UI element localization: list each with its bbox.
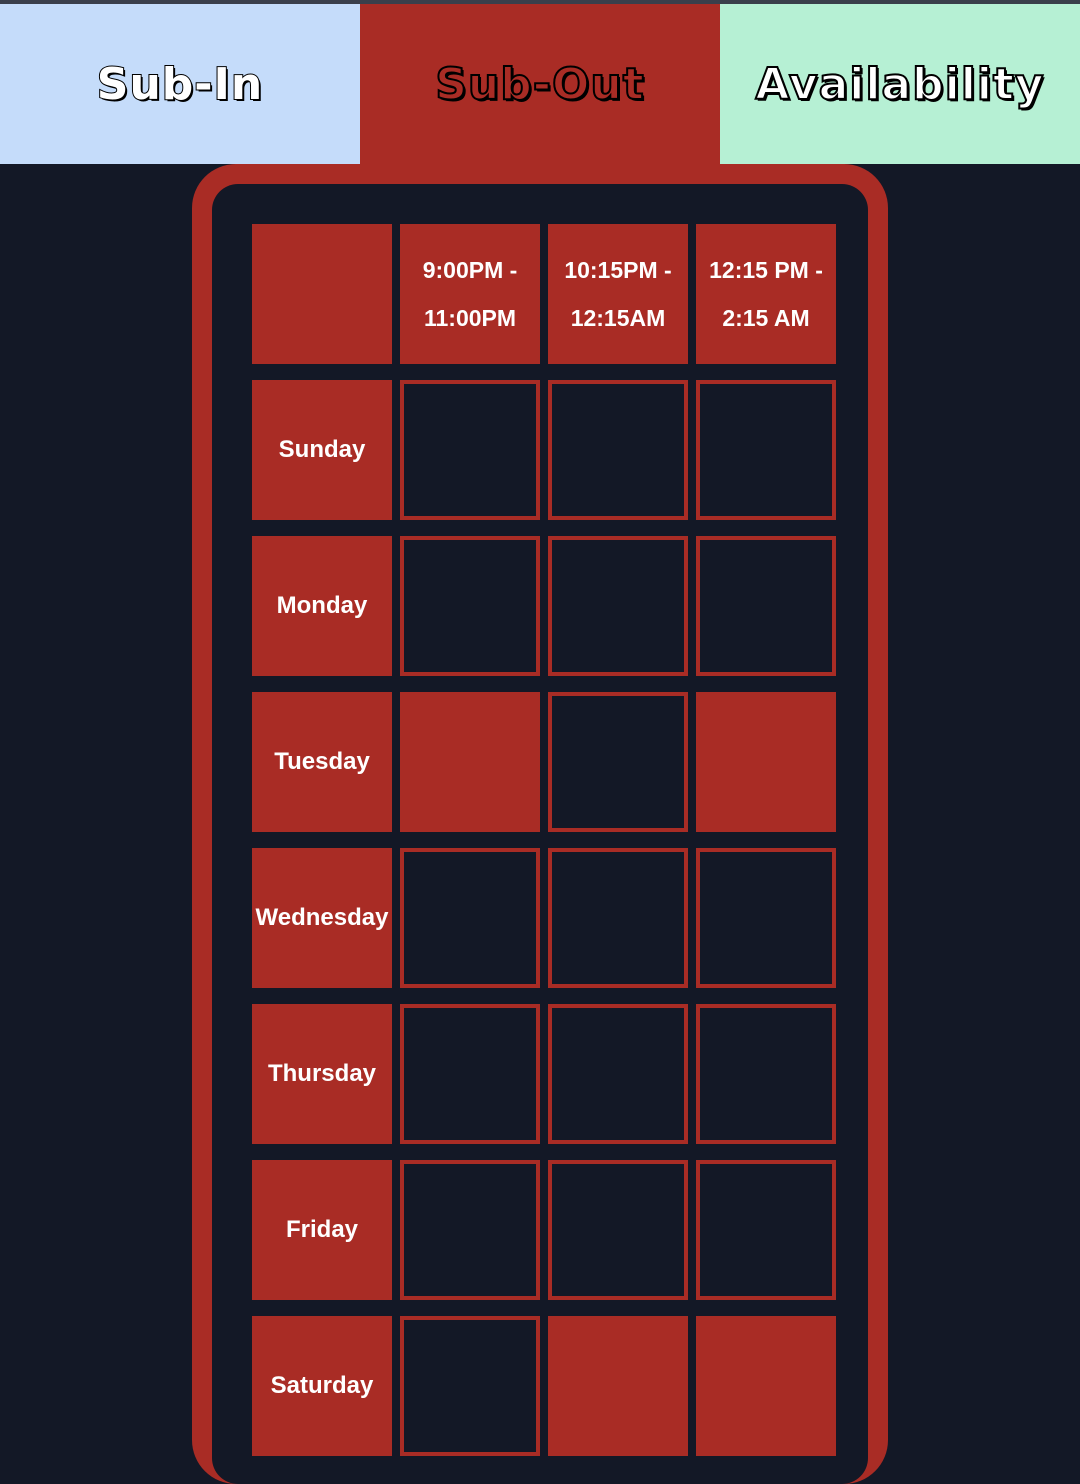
day-label-friday: Friday: [252, 1160, 392, 1300]
time-slot-header: 12:15 PM - 2:15 AM: [696, 224, 836, 364]
tab-availability[interactable]: Availability: [720, 4, 1080, 164]
slot-cell-sunday-1[interactable]: [400, 380, 540, 520]
time-slot-header: 9:00PM - 11:00PM: [400, 224, 540, 364]
tab-availability-label: Availability: [754, 58, 1045, 111]
tab-bar: Sub-In Sub-Out Availability: [0, 4, 1080, 164]
slot-cell-thursday-3[interactable]: [696, 1004, 836, 1144]
slot-cell-tuesday-2[interactable]: [548, 692, 688, 832]
slot-cell-monday-2[interactable]: [548, 536, 688, 676]
slot-cell-saturday-1[interactable]: [400, 1316, 540, 1456]
day-label-sunday: Sunday: [252, 380, 392, 520]
schedule-frame: 9:00PM - 11:00PM 10:15PM - 12:15AM 12:15 P…: [192, 164, 888, 1484]
slot-cell-friday-3[interactable]: [696, 1160, 836, 1300]
slot-cell-wednesday-1[interactable]: [400, 848, 540, 988]
tab-sub-out[interactable]: Sub-Out: [360, 4, 720, 164]
slot-cell-saturday-2[interactable]: [548, 1316, 688, 1456]
header-corner: [252, 224, 392, 364]
slot-cell-sunday-2[interactable]: [548, 380, 688, 520]
tab-sub-in-label: Sub-In: [96, 58, 264, 111]
time-slot-header: 10:15PM - 12:15AM: [548, 224, 688, 364]
slot-cell-tuesday-1[interactable]: [400, 692, 540, 832]
schedule-grid: 9:00PM - 11:00PM 10:15PM - 12:15AM 12:15 P…: [212, 184, 868, 1484]
slot-cell-tuesday-3[interactable]: [696, 692, 836, 832]
tab-sub-out-label: Sub-Out: [434, 58, 645, 111]
day-label-wednesday: Wednesday: [252, 848, 392, 988]
slot-cell-wednesday-2[interactable]: [548, 848, 688, 988]
slot-cell-monday-3[interactable]: [696, 536, 836, 676]
day-label-tuesday: Tuesday: [252, 692, 392, 832]
slot-cell-monday-1[interactable]: [400, 536, 540, 676]
slot-cell-wednesday-3[interactable]: [696, 848, 836, 988]
day-label-saturday: Saturday: [252, 1316, 392, 1456]
slot-cell-friday-2[interactable]: [548, 1160, 688, 1300]
day-label-monday: Monday: [252, 536, 392, 676]
slot-cell-thursday-2[interactable]: [548, 1004, 688, 1144]
day-label-thursday: Thursday: [252, 1004, 392, 1144]
time-slot-label: 10:15PM - 12:15AM: [564, 257, 672, 331]
time-slot-label: 12:15 PM - 2:15 AM: [709, 257, 823, 331]
tab-sub-in[interactable]: Sub-In: [0, 4, 360, 164]
slot-cell-thursday-1[interactable]: [400, 1004, 540, 1144]
time-slot-label: 9:00PM - 11:00PM: [422, 257, 518, 331]
slot-cell-friday-1[interactable]: [400, 1160, 540, 1300]
slot-cell-sunday-3[interactable]: [696, 380, 836, 520]
slot-cell-saturday-3[interactable]: [696, 1316, 836, 1456]
